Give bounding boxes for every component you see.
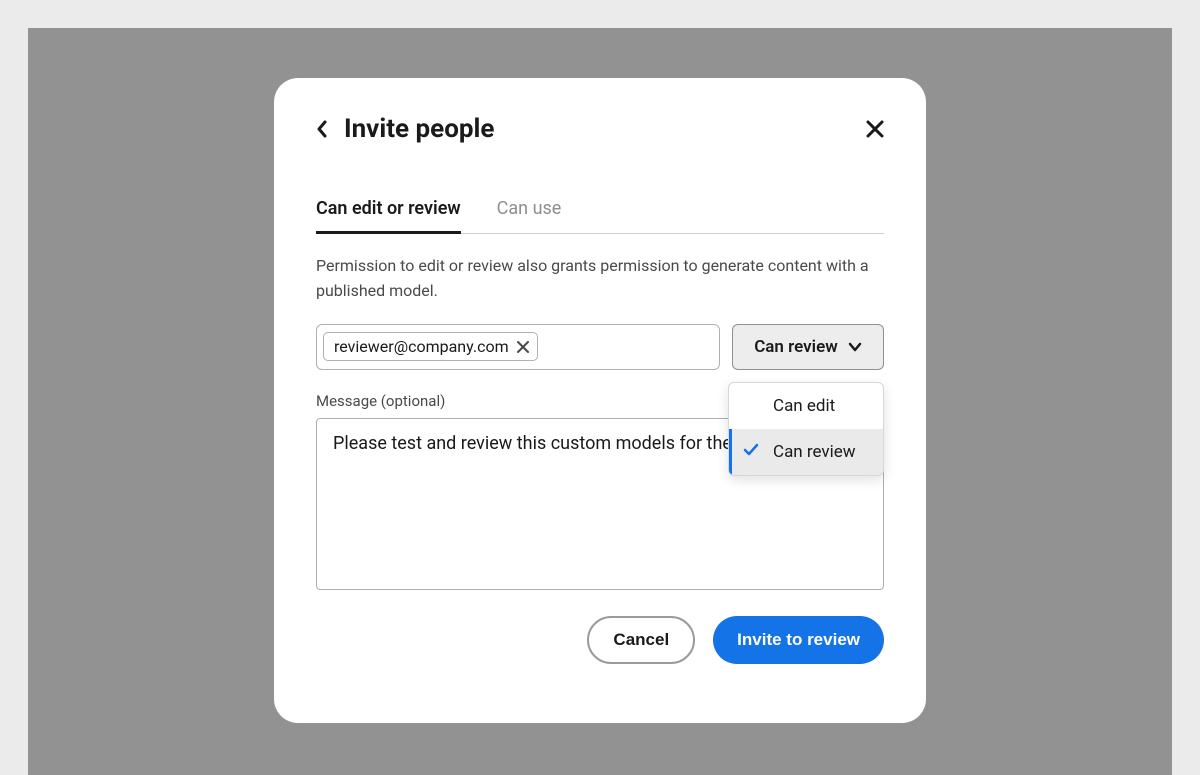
chevron-left-icon [316,120,328,138]
invite-input-row: reviewer@company.com Can review Can edit [316,324,884,370]
role-select-label: Can review [754,337,838,357]
role-select-dropdown[interactable]: Can review [732,324,884,370]
back-button[interactable] [316,120,328,138]
cancel-button[interactable]: Cancel [587,616,695,664]
email-chip: reviewer@company.com [323,332,538,361]
dropdown-option-can-edit[interactable]: Can edit [729,383,883,429]
permission-description: Permission to edit or review also grants… [316,254,884,304]
invite-to-review-button[interactable]: Invite to review [713,616,884,664]
close-icon [866,120,884,138]
dropdown-option-label: Can review [773,442,856,462]
close-button[interactable] [866,120,884,138]
role-dropdown-menu: Can edit Can review [728,382,884,476]
header-left-group: Invite people [316,114,494,144]
dropdown-option-can-review[interactable]: Can review [729,429,883,475]
x-icon [517,341,529,353]
permission-tabs: Can edit or review Can use [316,190,884,234]
invite-people-modal: Invite people Can edit or review Can use… [274,78,926,723]
tab-can-use[interactable]: Can use [497,190,562,233]
tab-edit-or-review[interactable]: Can edit or review [316,190,461,233]
check-icon [743,442,759,462]
modal-title: Invite people [344,114,494,144]
email-input[interactable]: reviewer@company.com [316,324,720,370]
modal-footer: Cancel Invite to review [316,616,884,664]
remove-email-button[interactable] [517,341,529,353]
modal-header: Invite people [316,114,884,144]
chevron-down-icon [848,342,862,352]
email-chip-text: reviewer@company.com [334,337,509,356]
